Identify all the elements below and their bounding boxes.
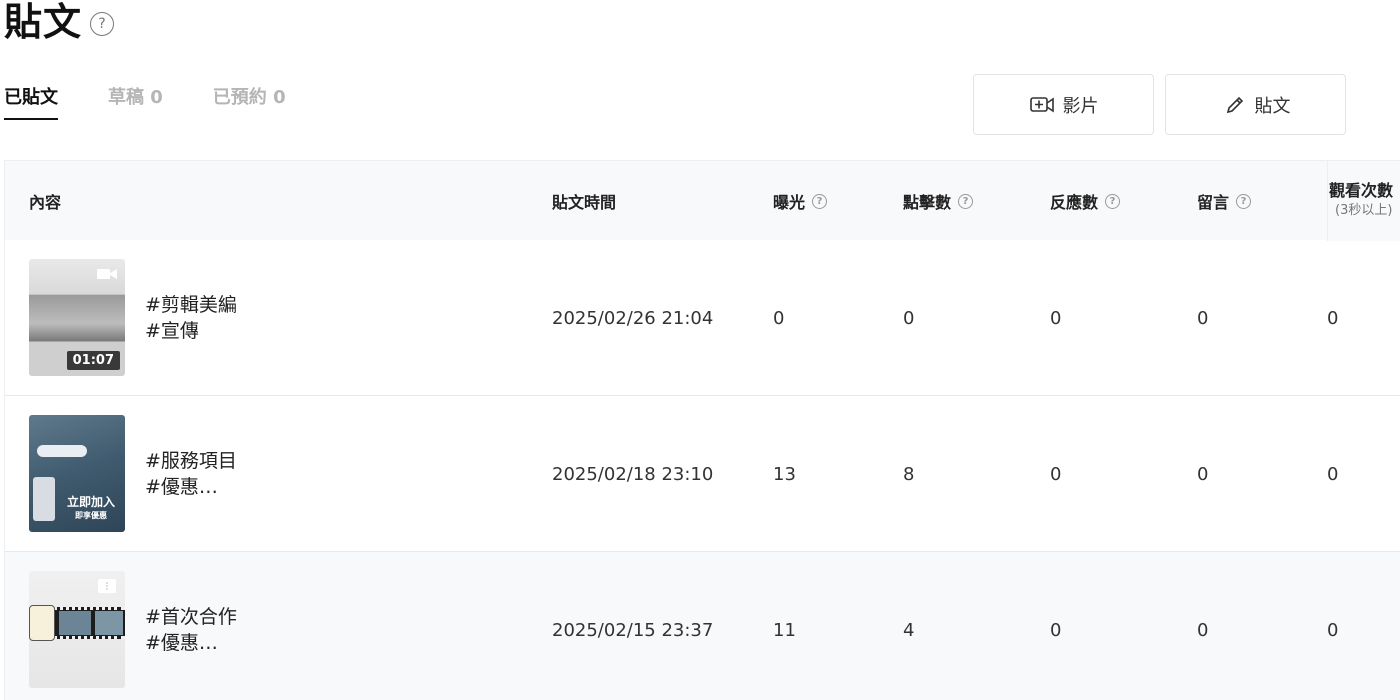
help-icon[interactable]: ?	[1105, 193, 1121, 209]
help-icon[interactable]: ?	[958, 193, 974, 209]
col-reactions: 反應數 ?	[1050, 161, 1121, 241]
table-row[interactable]: #首次合作 #優惠… 2025/02/15 23:37 11 4 0 0 0	[4, 552, 1400, 700]
video-icon	[1029, 96, 1054, 112]
clicks-value: 8	[903, 463, 915, 485]
post-tag: #優惠…	[145, 476, 218, 498]
col-views: 觀看次數 (3秒以上)	[1327, 161, 1400, 241]
post-tabs: 已貼文 草稿 0 已預約 0	[4, 86, 286, 120]
thumbnail-banner	[37, 445, 87, 457]
create-video-button[interactable]: 影片	[973, 74, 1154, 135]
post-tag: #優惠…	[145, 632, 218, 654]
tab-published[interactable]: 已貼文	[4, 86, 58, 120]
col-time: 貼文時間	[552, 193, 617, 212]
pencil-icon	[1226, 96, 1243, 113]
thumbnail-frame	[59, 611, 91, 635]
help-icon[interactable]: ?	[1236, 193, 1252, 209]
page-title: 貼文	[4, 0, 83, 44]
help-icon[interactable]: ?	[812, 193, 828, 209]
post-time: 2025/02/15 23:37	[552, 619, 714, 641]
post-time: 2025/02/18 23:10	[552, 463, 714, 485]
impressions-value: 13	[773, 463, 796, 485]
help-icon[interactable]: ?	[90, 12, 115, 36]
reactions-value: 0	[1050, 619, 1062, 641]
table-row[interactable]: 立即加入 即享優惠 #服務項目 #優惠… 2025/02/18 23:10 13…	[4, 396, 1400, 552]
tab-drafts[interactable]: 草稿 0	[108, 86, 163, 120]
col-impressions: 曝光 ?	[773, 161, 828, 241]
col-clicks: 點擊數 ?	[903, 161, 974, 241]
clicks-value: 0	[903, 307, 915, 329]
post-time: 2025/02/26 21:04	[552, 307, 714, 329]
image-gallery-icon	[98, 579, 116, 593]
col-comments: 留言 ?	[1197, 161, 1252, 241]
thumbnail-ticket	[29, 605, 55, 641]
post-thumbnail[interactable]	[29, 571, 125, 688]
thumbnail-title: 立即加入	[66, 495, 115, 509]
col-impressions-label: 曝光	[773, 193, 806, 212]
post-content[interactable]: #服務項目 #優惠…	[145, 396, 237, 552]
posts-table: 內容 貼文時間 曝光 ? 點擊數 ? 反應數 ? 留言 ? 觀看次數 (3秒以上…	[4, 160, 1400, 700]
impressions-value: 0	[773, 307, 785, 329]
views-value: 0	[1327, 619, 1339, 641]
post-thumbnail[interactable]: 立即加入 即享優惠	[29, 415, 125, 532]
post-tag: #服務項目	[145, 450, 237, 472]
video-duration: 01:07	[66, 351, 120, 370]
table-row[interactable]: 01:07 #剪輯美編 #宣傳 2025/02/26 21:04 0 0 0 0…	[4, 240, 1400, 396]
post-tag: #剪輯美編	[145, 294, 237, 316]
views-value: 0	[1327, 463, 1339, 485]
create-video-label: 影片	[1062, 95, 1099, 117]
col-comments-label: 留言	[1197, 193, 1230, 212]
col-views-labels: 觀看次數 (3秒以上)	[1329, 181, 1393, 221]
create-post-label: 貼文	[1254, 95, 1291, 117]
post-tag: #首次合作	[145, 606, 237, 628]
table-header: 內容 貼文時間 曝光 ? 點擊數 ? 反應數 ? 留言 ? 觀看次數 (3秒以上…	[4, 160, 1400, 241]
thumbnail-overlay-text: 立即加入 即享優惠	[59, 495, 123, 523]
col-clicks-label: 點擊數	[903, 193, 952, 212]
video-camera-icon	[97, 269, 117, 279]
post-content[interactable]: #首次合作 #優惠…	[145, 552, 237, 700]
post-thumbnail[interactable]: 01:07	[29, 259, 125, 376]
col-reactions-label: 反應數	[1050, 193, 1099, 212]
col-views-sublabel: (3秒以上)	[1335, 203, 1393, 218]
post-content[interactable]: #剪輯美編 #宣傳	[145, 240, 237, 396]
tab-scheduled[interactable]: 已預約 0	[213, 86, 286, 120]
create-post-button[interactable]: 貼文	[1165, 74, 1346, 135]
col-content: 內容	[29, 193, 62, 212]
views-value: 0	[1327, 307, 1339, 329]
thumbnail-frame	[95, 611, 123, 635]
reactions-value: 0	[1050, 463, 1062, 485]
page-title-container: 貼文 ?	[4, 0, 115, 44]
reactions-value: 0	[1050, 307, 1062, 329]
col-views-label: 觀看次數	[1329, 181, 1394, 200]
comments-value: 0	[1197, 463, 1209, 485]
clicks-value: 4	[903, 619, 915, 641]
thumbnail-subtitle: 即享優惠	[75, 511, 107, 520]
comments-value: 0	[1197, 619, 1209, 641]
post-tag: #宣傳	[145, 320, 199, 342]
thumbnail-phone-graphic	[33, 477, 55, 521]
impressions-value: 11	[773, 619, 796, 641]
comments-value: 0	[1197, 307, 1209, 329]
